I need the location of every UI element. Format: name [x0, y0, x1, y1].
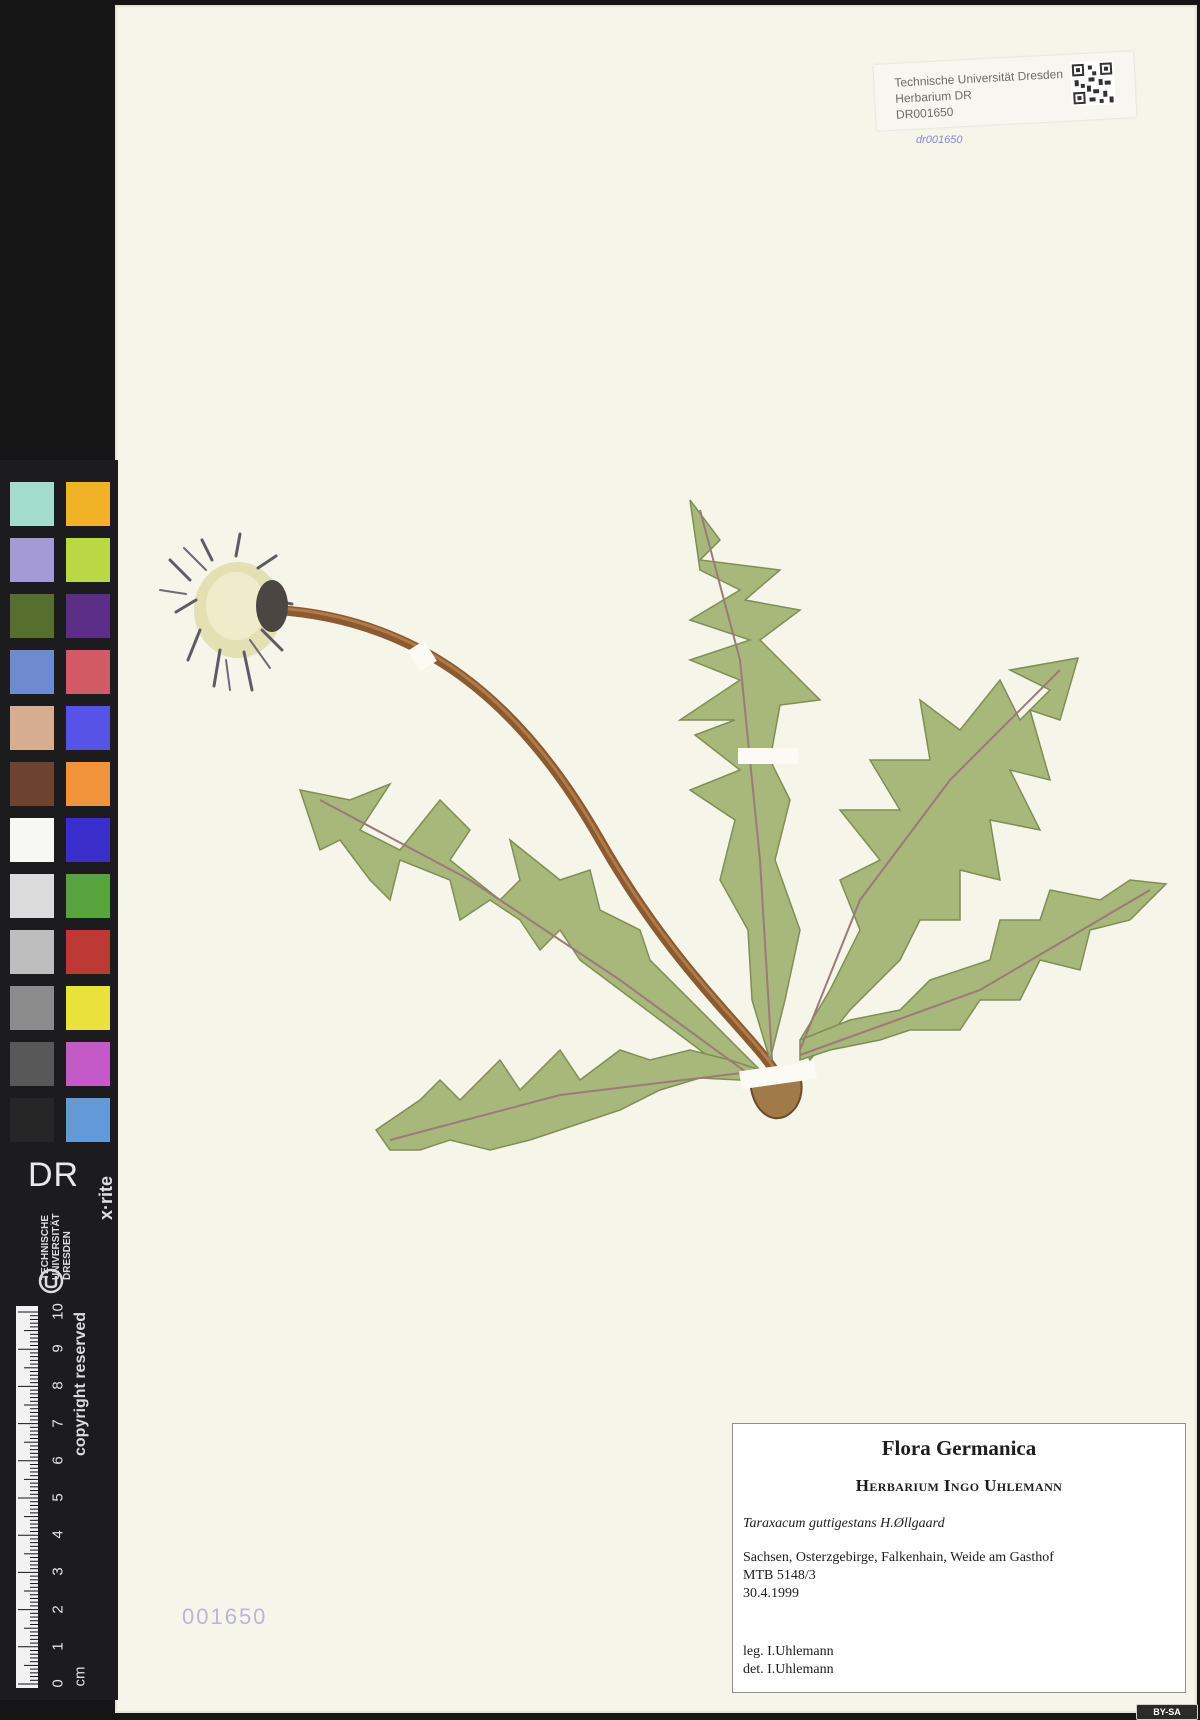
dr-logo: DR [28, 1156, 80, 1194]
stamped-sheet-number: 001650 [182, 1604, 268, 1629]
centimeter-ruler [16, 1306, 38, 1688]
color-swatch [10, 650, 54, 694]
xrite-brand: x·rite [96, 1175, 116, 1220]
label-herbarium: Herbarium Ingo Uhlemann [855, 1476, 1063, 1495]
ruler-tick-label: 4 [49, 1530, 67, 1539]
color-swatch [66, 482, 110, 526]
ruler-tick-label: 3 [49, 1567, 67, 1577]
collection-date: 30.4.1999 [743, 1586, 799, 1601]
copyright-notice: copyright reserved [72, 1311, 89, 1456]
color-swatch [10, 706, 54, 750]
ruler-tick-label: 7 [49, 1418, 67, 1428]
handwritten-catalog-mark: dr001650 [916, 134, 963, 146]
species-name: Taraxacum guttigestans H.Øllgaard [743, 1516, 945, 1531]
herbarium-name: Herbarium DR [894, 87, 973, 106]
ruler-tick-label: 9 [49, 1344, 67, 1353]
collector: leg. I.Uhlemann [743, 1644, 834, 1659]
ruler-tick-label: 2 [49, 1604, 67, 1614]
color-swatch [10, 930, 54, 974]
qr-code-icon [1069, 60, 1116, 107]
color-swatch [10, 538, 54, 582]
ruler-unit-label: cm [71, 1666, 89, 1687]
locality: Sachsen, Osterzgebirge, Falkenhain, Weid… [743, 1550, 1054, 1565]
color-swatch [66, 650, 110, 694]
color-swatch [10, 1042, 54, 1086]
color-swatch [66, 818, 110, 862]
ruler-tick-label: 1 [49, 1642, 67, 1651]
tu-dresden-emblem-icon [38, 1268, 64, 1294]
ruler-tick-label: 6 [49, 1456, 67, 1465]
color-swatch [66, 1098, 110, 1142]
ruler-tick-label: 10 [49, 1303, 67, 1320]
color-calibration-bar: DR x·rite TECHNISCHE UNIVERSITÄT DRESDEN… [0, 460, 118, 1700]
catalog-number: DR001650 [895, 104, 954, 122]
color-swatch [66, 986, 110, 1030]
color-swatch [66, 762, 110, 806]
determiner: det. I.Uhlemann [743, 1662, 834, 1677]
color-swatch [10, 594, 54, 638]
institution-label: Technische Universität Dresden Herbarium… [873, 51, 1137, 131]
ruler-tick-label: 0 [49, 1679, 67, 1688]
color-swatch [10, 482, 54, 526]
color-swatch [66, 706, 110, 750]
color-swatch [66, 538, 110, 582]
color-swatch [66, 594, 110, 638]
ruler-tick-label: 5 [49, 1493, 67, 1502]
grid-reference: MTB 5148/3 [743, 1568, 816, 1583]
specimen-label: Flora Germanica Herbarium Ingo Uhlemann … [732, 1423, 1186, 1693]
ruler-tick-label: 8 [49, 1381, 67, 1391]
color-swatch [10, 818, 54, 862]
color-swatch [66, 874, 110, 918]
label-title: Flora Germanica [881, 1436, 1037, 1460]
color-swatch [66, 930, 110, 974]
color-swatch [10, 874, 54, 918]
license-badge: BY-SA [1136, 1704, 1198, 1720]
color-swatch [10, 1098, 54, 1142]
color-swatch [66, 1042, 110, 1086]
color-swatch [10, 986, 54, 1030]
institution-name: Technische Universität Dresden [894, 66, 1064, 90]
color-swatch [10, 762, 54, 806]
